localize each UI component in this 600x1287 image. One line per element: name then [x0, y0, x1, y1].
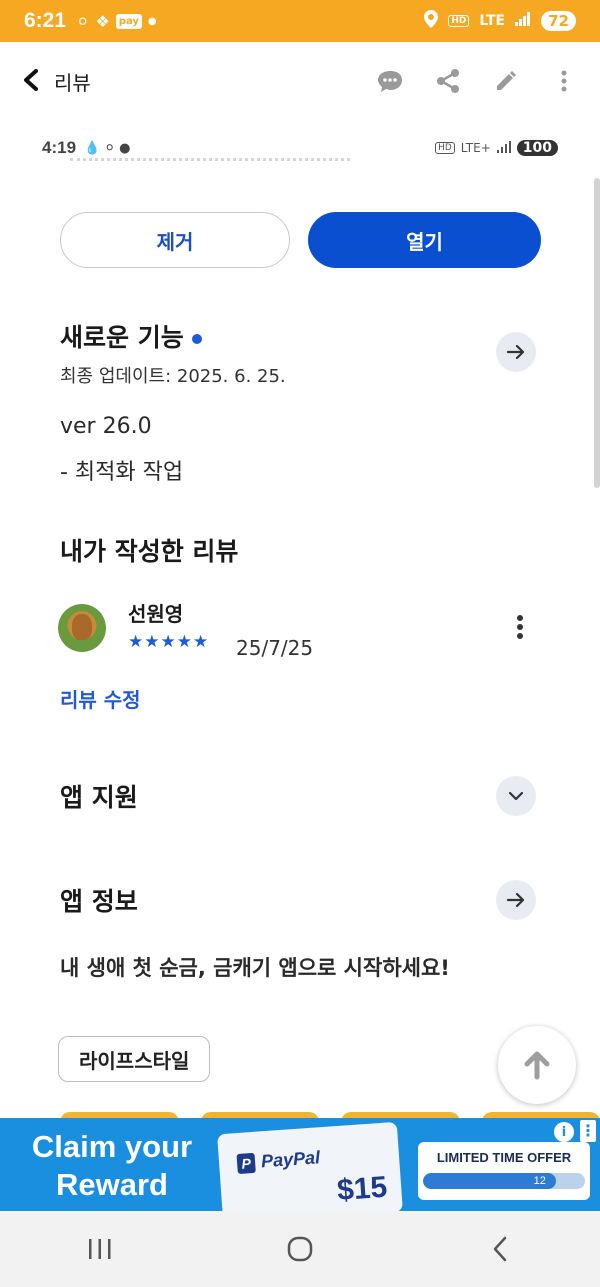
- page-title: 리뷰: [54, 70, 91, 95]
- app-description: 내 생애 첫 순금, 금캐기 앱으로 시작하세요!: [60, 956, 450, 980]
- clipped-text-remnant: [70, 158, 350, 162]
- hd-icon: HD: [448, 15, 470, 27]
- pay-icon: pay: [115, 13, 142, 29]
- app-notification-icon: ❖: [95, 11, 110, 31]
- category-chip[interactable]: 라이프스타일: [58, 1036, 211, 1082]
- app-info-arrow-button[interactable]: [496, 880, 536, 920]
- app-support-expand-button[interactable]: [496, 776, 536, 816]
- nav-back-icon[interactable]: [470, 1219, 530, 1279]
- paypal-logo-icon: P: [236, 1152, 256, 1175]
- status-bar: 6:21 ⚪ ❖ pay ● HD LTE 72: [0, 0, 600, 42]
- scroll-top-button[interactable]: [498, 1026, 576, 1104]
- inner-battery-indicator: 100: [516, 140, 558, 156]
- review-screenshot: 4:19 💧⚪● HD LTE+ 100 제거 열기 새로운 기능 최종 업데이…: [0, 120, 600, 1118]
- network-label: LTE: [479, 13, 506, 29]
- inner-status-bar: 4:19 💧⚪● HD LTE+ 100: [42, 138, 558, 158]
- my-review-title: 내가 작성한 리뷰: [60, 537, 239, 566]
- offer-progress-fill: 12: [423, 1173, 556, 1189]
- ad-banner[interactable]: Claim your Reward P PayPal $15 LIMITED TI…: [0, 1118, 600, 1225]
- location-icon: [424, 10, 439, 32]
- ad-brand: PayPal: [260, 1147, 321, 1172]
- review-more-icon[interactable]: [516, 614, 524, 645]
- open-button[interactable]: 열기: [308, 212, 541, 268]
- back-icon[interactable]: [22, 65, 46, 98]
- edit-pencil-icon[interactable]: [492, 67, 520, 95]
- offer-label: LIMITED TIME OFFER: [436, 1150, 572, 1165]
- system-nav-bar: [0, 1211, 600, 1287]
- dot-icon: ●: [147, 15, 157, 27]
- offer-progress-bar: 12: [423, 1173, 585, 1189]
- notification-icons: 💧⚪●: [84, 140, 135, 156]
- offer-box: LIMITED TIME OFFER 12: [418, 1142, 590, 1200]
- version-text: ver 26.0: [60, 414, 152, 439]
- edit-review-link[interactable]: 리뷰 수정: [60, 684, 141, 713]
- ad-headline: Claim your Reward: [31, 1129, 193, 1202]
- paypal-card: P PayPal $15: [217, 1121, 403, 1225]
- app-bar: 리뷰: [0, 42, 600, 120]
- avatar: [58, 604, 106, 652]
- last-update-text: 최종 업데이트: 2025. 6. 25.: [60, 366, 286, 387]
- chat-icon[interactable]: [376, 67, 404, 95]
- inner-hd-icon: HD: [435, 142, 455, 154]
- whats-new-arrow-button[interactable]: [496, 332, 536, 372]
- more-vert-icon[interactable]: [550, 67, 578, 95]
- inner-network-label: LTE+: [460, 141, 491, 155]
- app-info-title: 앱 정보: [60, 887, 138, 916]
- whats-new-title: 새로운 기능: [60, 323, 184, 352]
- release-notes-text: - 최적화 작업: [60, 460, 184, 485]
- ad-amount: $15: [336, 1170, 389, 1208]
- star-rating: ★★★★★: [128, 632, 210, 652]
- remove-button[interactable]: 제거: [60, 212, 290, 268]
- recent-apps-icon[interactable]: [70, 1219, 130, 1279]
- inner-status-time: 4:19: [42, 138, 77, 157]
- offer-progress-value: 12: [533, 1175, 546, 1187]
- scrollbar[interactable]: [594, 178, 600, 488]
- review-date: 25/7/25: [236, 636, 314, 660]
- reviewer-name: 선원영: [128, 602, 184, 626]
- home-icon[interactable]: [270, 1219, 330, 1279]
- signal-icon: [515, 12, 531, 30]
- battery-indicator: 72: [541, 11, 576, 31]
- ad-more-icon[interactable]: ⋮: [580, 1120, 596, 1142]
- status-time: 6:21: [24, 9, 67, 32]
- whats-new-heading: 새로운 기능: [60, 318, 202, 354]
- share-icon[interactable]: [434, 67, 462, 95]
- app-support-title: 앱 지원: [60, 783, 138, 812]
- inner-signal-icon: [496, 140, 511, 156]
- new-dot-icon: [191, 334, 202, 344]
- ad-info-icon[interactable]: i: [554, 1122, 574, 1142]
- pill-icon: ⚪: [76, 11, 90, 31]
